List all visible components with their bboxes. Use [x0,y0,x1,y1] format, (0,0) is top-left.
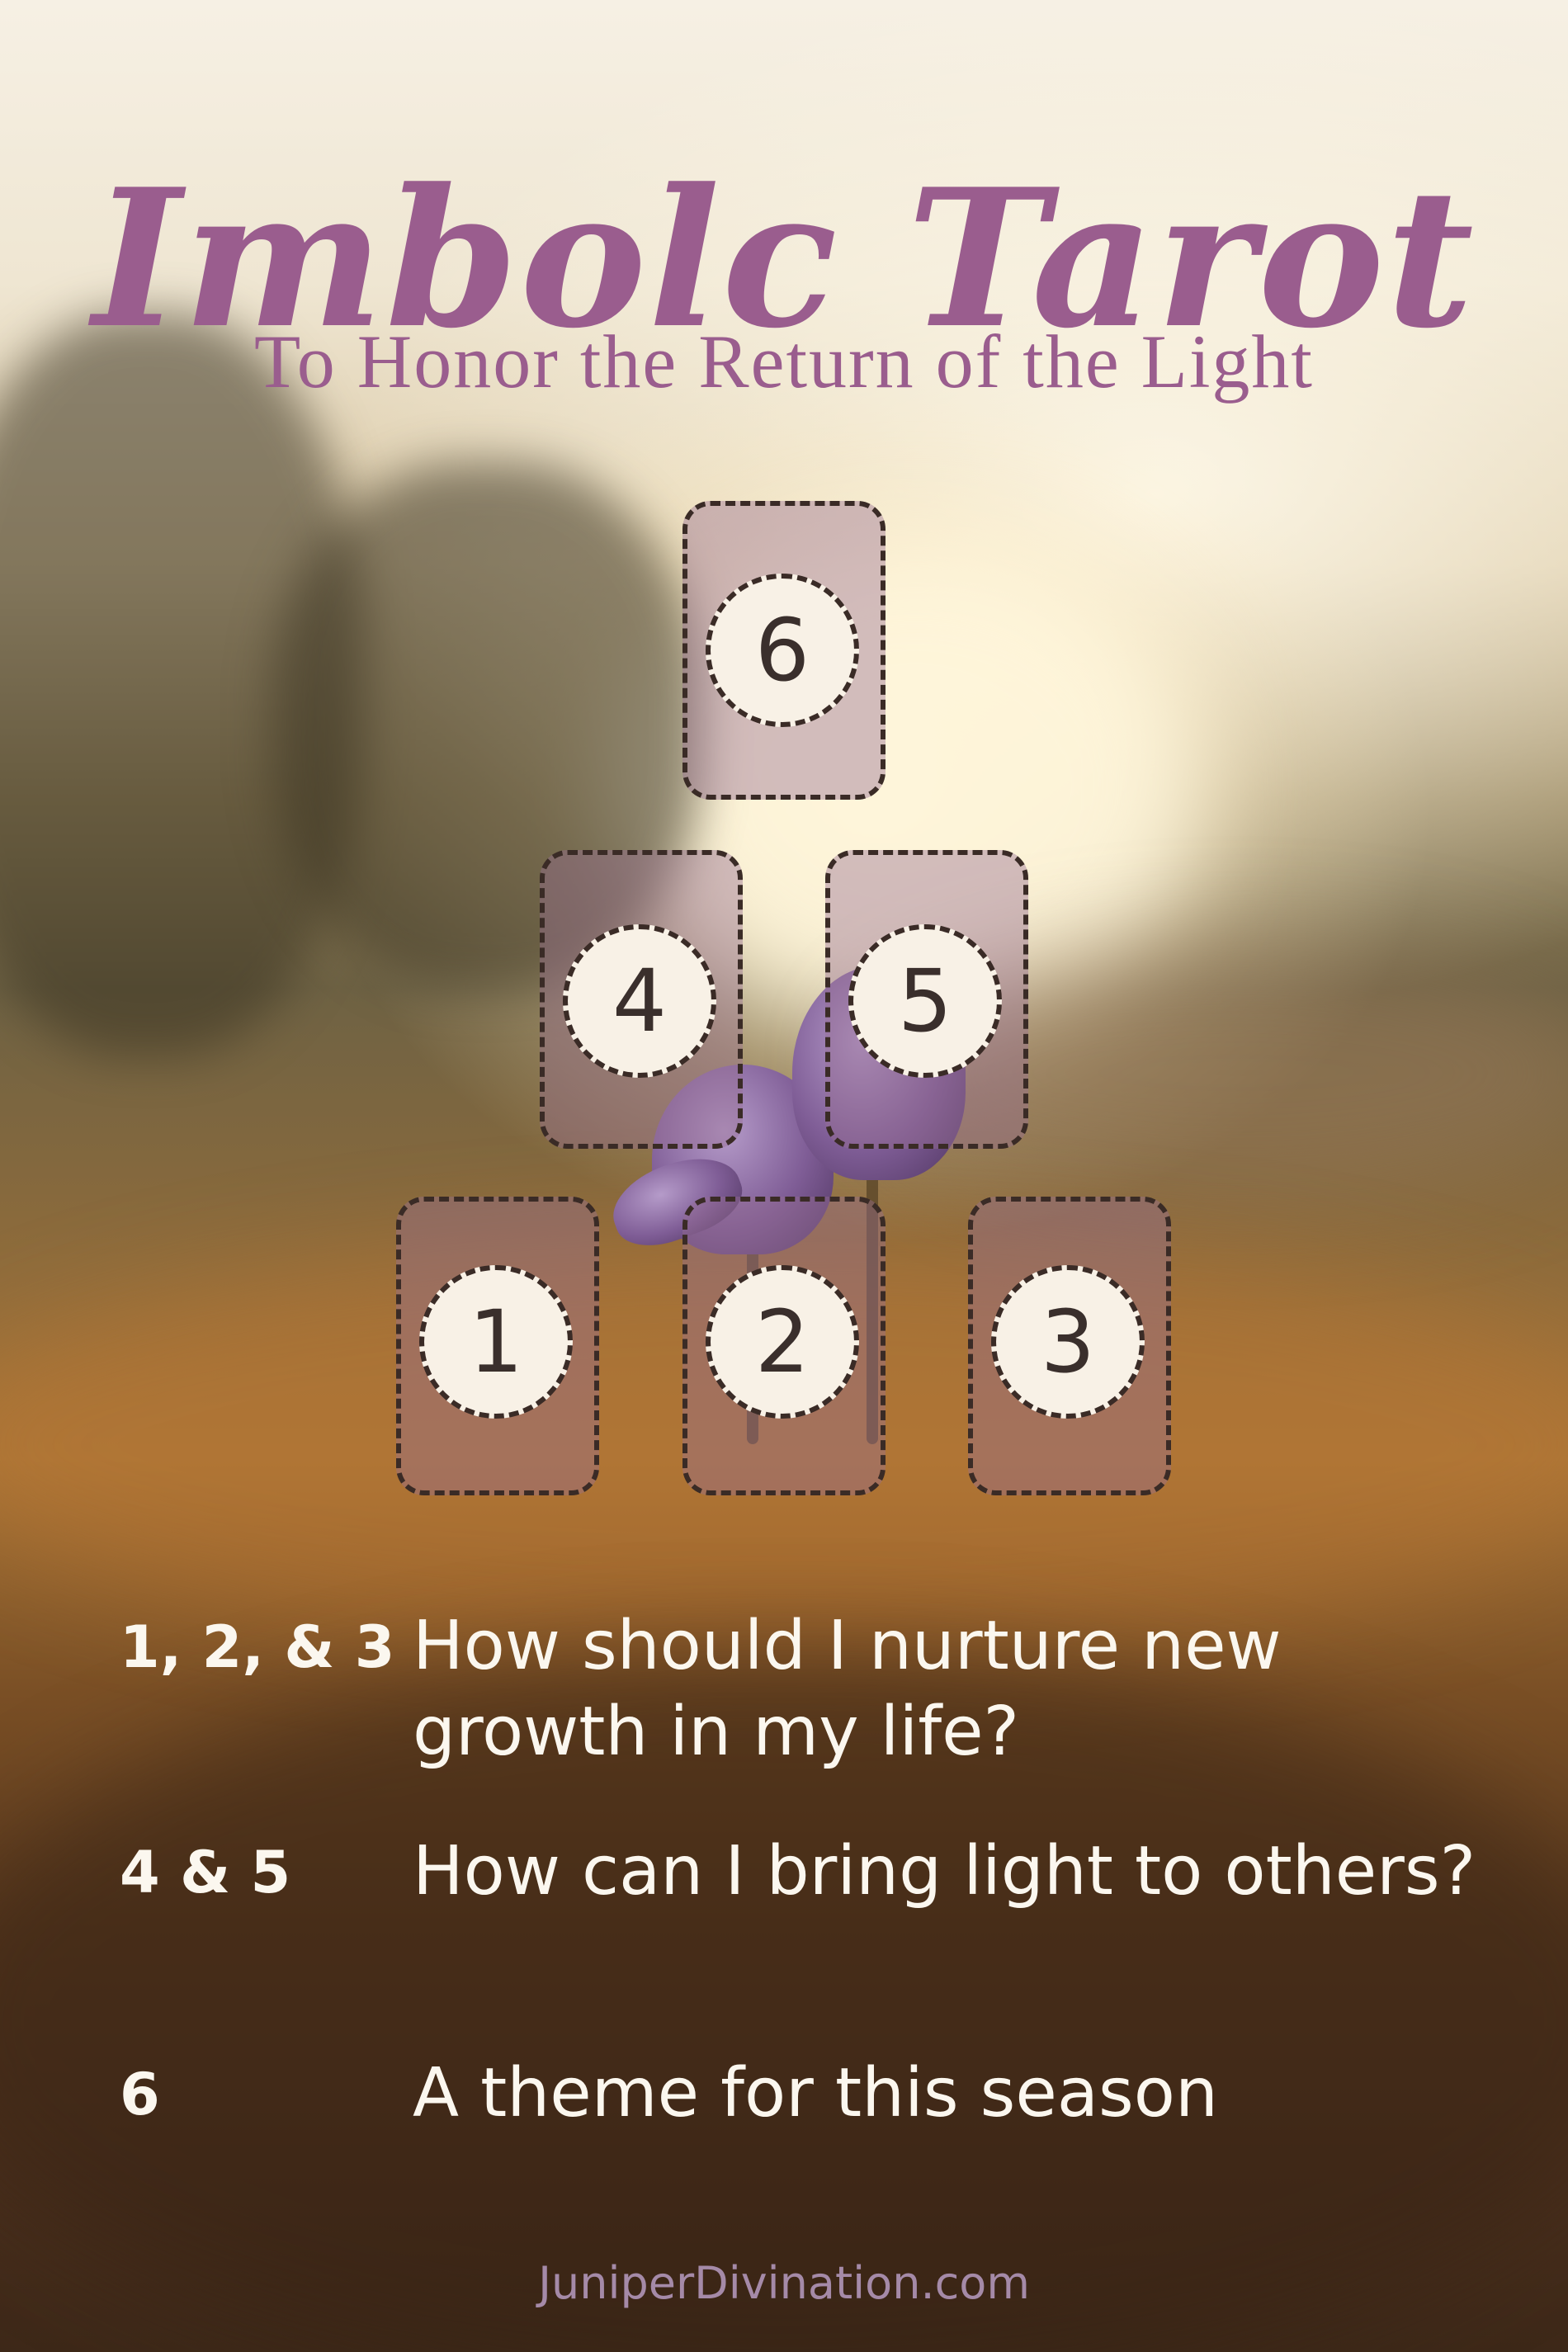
position-badge-6: 6 [706,574,859,727]
position-badge-2: 2 [706,1265,859,1419]
legend-question-growth: How should I nurture new growth in my li… [413,1607,1282,1771]
position-badge-1: 1 [419,1265,573,1419]
legend-question-theme: A theme for this season [413,2054,1218,2132]
background-photo: Imbolc Tarot To Honor the Return of the … [0,0,1568,2352]
legend-key-4-5: 4 & 5 [120,1839,291,1906]
legend-key-6: 6 [120,2061,160,2128]
footer-website: JuniperDivination.com [538,2257,1030,2309]
position-badge-3: 3 [991,1265,1145,1419]
page-subtitle: To Honor the Return of the Light [254,319,1314,404]
legend-question-light: How can I bring light to others? [413,1832,1476,1910]
legend-key-1-2-3: 1, 2, & 3 [120,1613,395,1681]
position-badge-5: 5 [848,924,1002,1078]
position-badge-4: 4 [563,924,716,1078]
